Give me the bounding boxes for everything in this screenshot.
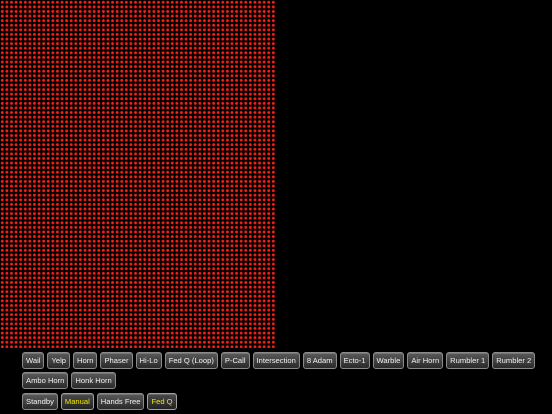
- tone-button-rumbler-1[interactable]: Rumbler 1: [446, 352, 490, 369]
- tone-button-honk-horn[interactable]: Honk Horn: [71, 372, 116, 389]
- tone-button-ambo-horn[interactable]: Ambo Horn: [22, 372, 69, 389]
- tone-button-row: Wail Yelp Horn Phaser Hi-Lo Fed Q (Loop)…: [22, 352, 542, 389]
- tone-button-intersection[interactable]: Intersection: [252, 352, 300, 369]
- tone-button-phaser[interactable]: Phaser: [100, 352, 133, 369]
- tone-button-warble[interactable]: Warble: [372, 352, 405, 369]
- mode-button-standby[interactable]: Standby: [22, 393, 58, 410]
- mode-button-hands-free[interactable]: Hands Free: [96, 393, 145, 410]
- mode-button-fed-q[interactable]: Fed Q: [147, 393, 177, 410]
- tone-button-horn[interactable]: Horn: [73, 352, 98, 369]
- mode-button-manual[interactable]: Manual: [60, 393, 94, 410]
- tone-button-8-adam[interactable]: 8 Adam: [302, 352, 337, 369]
- tone-button-air-horn[interactable]: Air Horn: [407, 352, 444, 369]
- tone-button-yelp[interactable]: Yelp: [47, 352, 70, 369]
- tone-button-fed-q-loop[interactable]: Fed Q (Loop): [164, 352, 218, 369]
- tone-button-wail[interactable]: Wail: [22, 352, 45, 369]
- led-matrix-display: [0, 0, 276, 348]
- tone-button-p-call[interactable]: P-Call: [220, 352, 250, 369]
- tone-button-hi-lo[interactable]: Hi-Lo: [135, 352, 162, 369]
- tone-button-rumbler-2[interactable]: Rumbler 2: [492, 352, 536, 369]
- tone-button-ecto-1[interactable]: Ecto-1: [339, 352, 370, 369]
- mode-button-row: Standby Manual Hands Free Fed Q: [22, 393, 177, 410]
